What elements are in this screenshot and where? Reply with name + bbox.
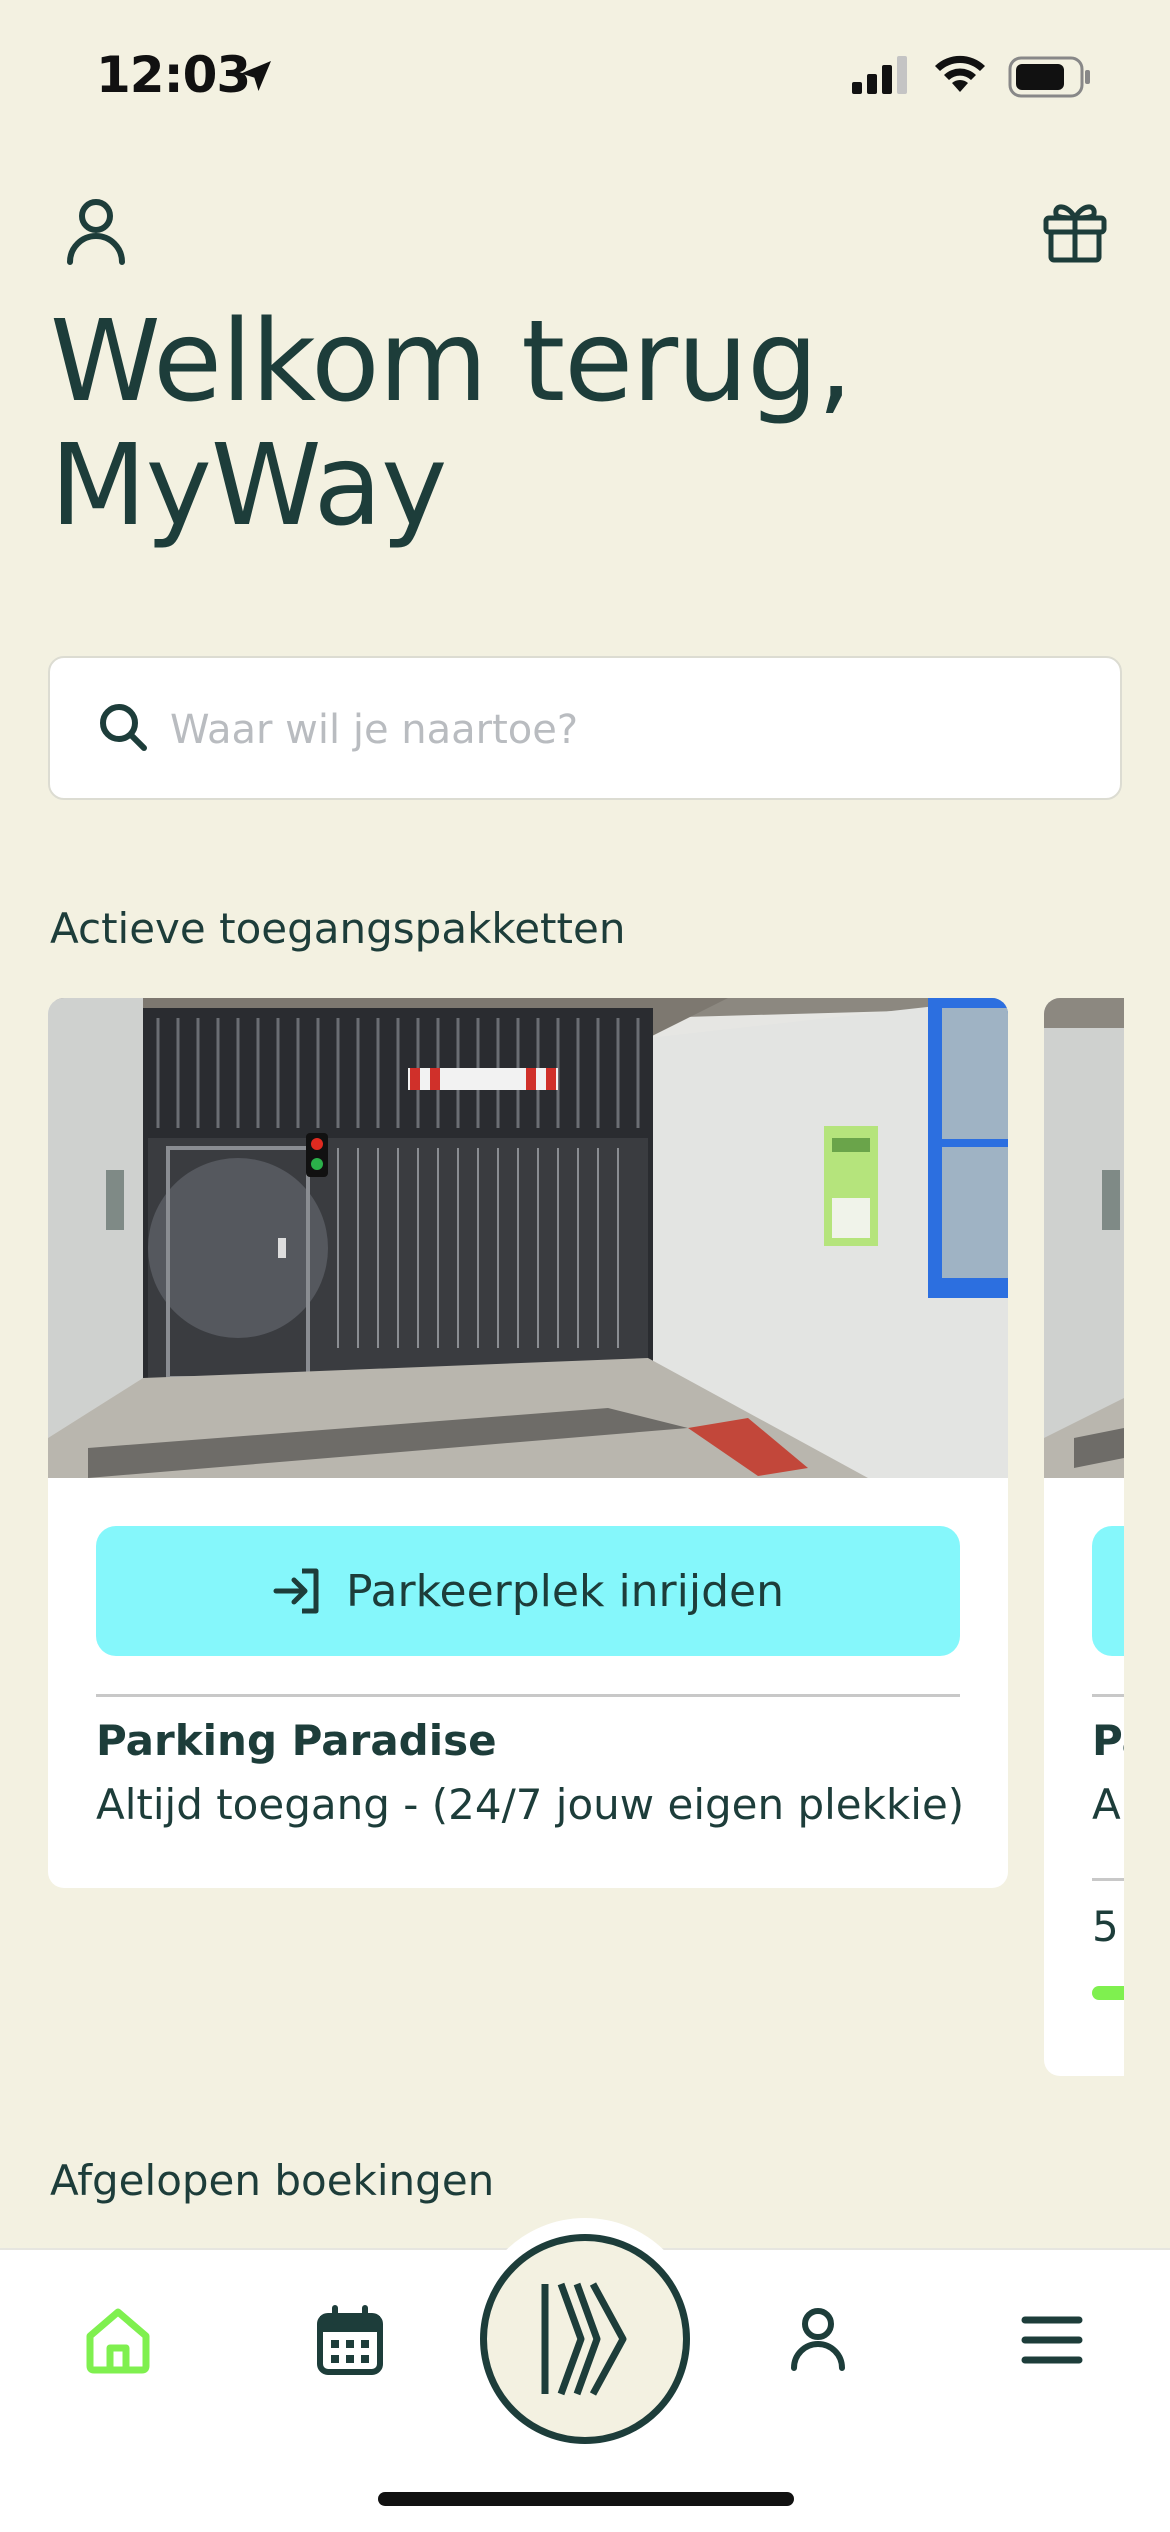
- usage-count-next: 5: [1092, 1902, 1119, 1951]
- wifi-icon: [935, 55, 985, 92]
- user-icon[interactable]: [64, 196, 128, 268]
- welcome-line-1: Welkom terug,: [50, 297, 853, 427]
- welcome-heading: Welkom terug, MyWay: [50, 300, 1130, 548]
- section-title-past-bookings: Afgelopen boekingen: [50, 2156, 495, 2205]
- location-arrow-icon: [241, 61, 271, 91]
- myway-logo-icon: [541, 2282, 627, 2396]
- welcome-user-name: MyWay: [50, 421, 447, 551]
- enter-arrow-icon: [273, 1568, 319, 1614]
- home-indicator: [378, 2492, 794, 2506]
- card-divider: [96, 1694, 960, 1697]
- home-icon: [86, 2308, 150, 2374]
- parking-entrance-photo: [48, 998, 1008, 1478]
- section-title-active-packages: Actieve toegangspakketten: [50, 904, 626, 953]
- nav-bookings[interactable]: [310, 2300, 390, 2380]
- parking-name: Parking Paradise: [96, 1716, 497, 1765]
- status-time: 12:03: [96, 46, 251, 104]
- package-description: Altijd toegang - (24/7 jouw eigen plekki…: [96, 1780, 965, 1829]
- status-bar: 12:03: [0, 0, 1170, 150]
- calendar-icon: [317, 2305, 383, 2375]
- enter-parking-button[interactable]: Parkeerplek inrijden: [96, 1526, 960, 1656]
- access-package-card-next[interactable]: Pa A 5: [1044, 998, 1124, 2076]
- search-input[interactable]: [170, 688, 1070, 772]
- nav-myway-center-button[interactable]: [480, 2234, 690, 2444]
- battery-icon: [1008, 56, 1090, 98]
- parking-name-next: Pa: [1092, 1716, 1124, 1765]
- package-description-next: A: [1092, 1780, 1121, 1829]
- menu-icon: [1021, 2316, 1083, 2364]
- cellular-signal-icon: [852, 56, 907, 94]
- search-bar[interactable]: [48, 656, 1122, 800]
- nav-profile[interactable]: [778, 2300, 858, 2380]
- card-divider: [1092, 1878, 1124, 1881]
- nav-home[interactable]: [78, 2300, 158, 2380]
- access-package-card[interactable]: Parkeerplek inrijden Parking Paradise Al…: [48, 998, 1008, 1888]
- search-icon: [100, 704, 147, 751]
- parking-entrance-photo-next: [1044, 998, 1124, 1478]
- nav-menu[interactable]: [1012, 2300, 1092, 2380]
- enter-parking-button-next[interactable]: [1092, 1526, 1124, 1656]
- enter-parking-label: Parkeerplek inrijden: [346, 1565, 784, 1617]
- card-divider: [1092, 1694, 1124, 1697]
- gift-icon[interactable]: [1040, 196, 1110, 266]
- usage-progress-bar-next: [1092, 1986, 1124, 2000]
- profile-icon: [791, 2308, 845, 2371]
